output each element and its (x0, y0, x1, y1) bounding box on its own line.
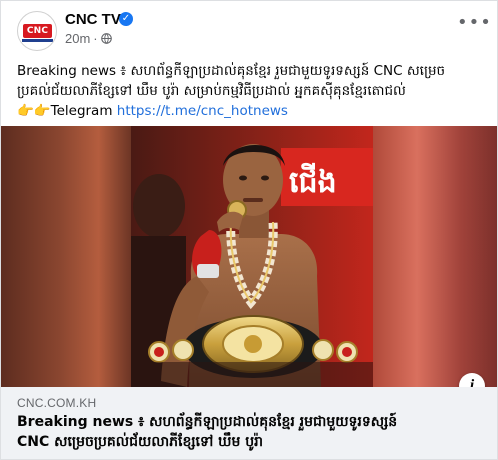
link-title-line-1: Breaking news ៖ សហព័ន្ធកីឡាប្រដាល់គុនខ្ម… (17, 414, 398, 430)
post-line-2: ប្រគល់ជ័យលាភីខ្សែទៅ ឃឹម បូរ៉ា សម្រាប់កម្… (17, 83, 406, 99)
verified-badge-icon: ✓ (119, 12, 133, 26)
pointing-emoji: 👉👉 (17, 103, 51, 119)
more-options-icon[interactable]: ••• (457, 14, 491, 37)
image-blur-right (373, 126, 497, 387)
telegram-label: Telegram (50, 103, 117, 119)
post-line-3: 👉👉Telegram https://t.me/cnc_hotnews (17, 101, 485, 121)
telegram-link[interactable]: https://t.me/cnc_hotnews (117, 103, 288, 119)
post-message: Breaking news ៖ សហព័ន្ធកីឡាប្រដាល់គុនខ្ម… (17, 61, 485, 121)
logo-underline (22, 39, 53, 42)
post-image[interactable]: ជើង (1, 126, 497, 387)
post-meta: 20m · (65, 31, 112, 46)
post-line-1: Breaking news ៖ សហព័ន្ធកីឡាប្រដាល់គុនខ្ម… (17, 63, 446, 79)
post-timestamp[interactable]: 20m (65, 31, 90, 46)
meta-separator: · (93, 31, 98, 46)
link-title-line-2: CNC សម្រេចប្រគល់ជ័យលាភីខ្សែទៅ ឃឹម បូរ៉ា (17, 434, 264, 450)
globe-icon (100, 33, 112, 44)
page-name-link[interactable]: CNC TV (65, 11, 121, 28)
ring-banner-text: ជើង (289, 162, 337, 200)
link-preview[interactable]: CNC.COM.KH Breaking news ៖ សហព័ន្ធកីឡាប្… (1, 387, 497, 459)
link-title: Breaking news ៖ សហព័ន្ធកីឡាប្រដាល់គុនខ្ម… (17, 412, 487, 452)
boxer-photo: ជើង (131, 126, 373, 387)
post-header: CNC CNC TV ✓ 20m · ••• (1, 1, 497, 57)
page-avatar[interactable]: CNC (17, 11, 57, 51)
image-blur-left (1, 126, 131, 387)
link-domain: CNC.COM.KH (17, 396, 97, 410)
post-card: CNC CNC TV ✓ 20m · ••• Breaking news ៖ សហ… (0, 0, 498, 460)
avatar-logo-text: CNC (26, 26, 49, 36)
